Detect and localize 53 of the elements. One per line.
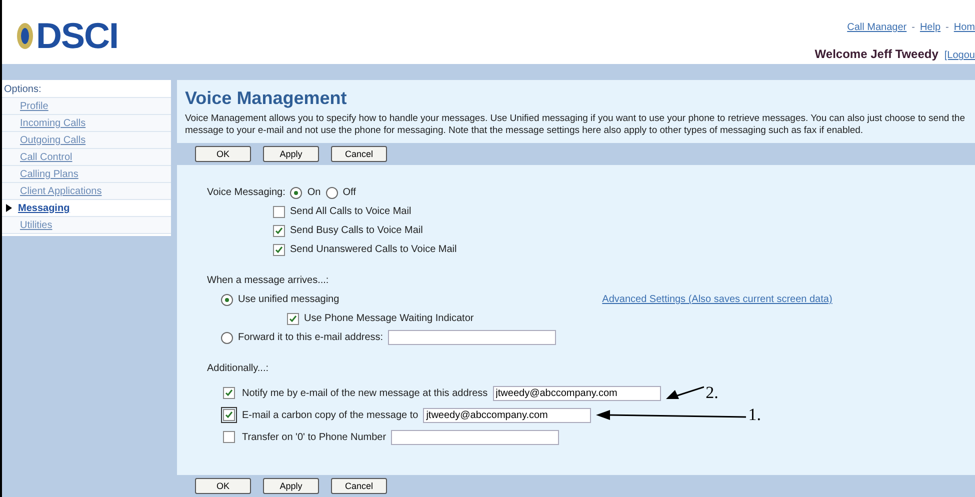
email-field[interactable] (388, 330, 556, 345)
nav-link[interactable]: Help (920, 22, 941, 33)
nav-link[interactable]: Call Manager (847, 22, 907, 33)
radio-button[interactable] (221, 332, 233, 344)
checkbox[interactable] (223, 431, 235, 443)
advanced-settings-link[interactable]: Advanced Settings (Also saves current screen data) (602, 294, 832, 305)
checkbox[interactable] (287, 312, 299, 324)
callout-number: 1. (748, 405, 761, 425)
page-title: Voice Management (185, 88, 348, 109)
sidebar-item[interactable]: Messaging (18, 202, 70, 214)
arrow-icon (666, 385, 704, 401)
separator: - (912, 22, 915, 33)
sidebar-item[interactable]: Profile (20, 100, 48, 112)
checkbox-label: Send Busy Calls to Voice Mail (290, 225, 423, 236)
radio-button[interactable] (290, 186, 302, 198)
checkbox-label: E-mail a carbon copy of the message to (242, 410, 418, 420)
radio-label: Use unified messaging (238, 294, 340, 305)
action-button[interactable]: Cancel (331, 478, 387, 494)
sidebar-item[interactable]: Utilities (20, 220, 52, 230)
callout-number: 2. (706, 383, 718, 403)
checkbox-label: Notify me by e-mail of the new message at this address (242, 388, 488, 398)
checkbox-label: Use Phone Message Waiting Indicator (304, 313, 474, 324)
pointer-icon (6, 204, 12, 212)
logout-link[interactable]: [Logou (944, 50, 975, 61)
radio-button[interactable] (221, 294, 233, 306)
welcome-text: Welcome Jeff Tweedy (814, 47, 938, 61)
input-field[interactable] (391, 430, 560, 444)
section-heading: When a message arrives...: (207, 275, 329, 286)
input-field[interactable]: jtweedy@abccompany.com (492, 386, 661, 400)
checkbox-label: Send All Calls to Voice Mail (290, 206, 412, 217)
radio-label: Off (342, 187, 356, 198)
field-label: Voice Messaging: (207, 187, 286, 198)
action-button[interactable]: Cancel (331, 146, 387, 162)
action-button[interactable]: Apply (263, 478, 319, 494)
arrow-icon (596, 407, 746, 423)
checkbox[interactable] (223, 387, 235, 399)
section-heading: Additionally...: (207, 363, 269, 374)
checkbox[interactable] (273, 244, 285, 256)
separator: - (946, 22, 949, 33)
description: Voice Management allows you to specify how to handle your messages. Use Unified messaging if you want to use your phone to retrieve messages. You can also just choose to send the message to your e-mail and not use the phone for messaging. Note that the message settings here also apply to other types of messaging such as fax if enabled. (185, 113, 966, 137)
action-button[interactable]: OK (195, 146, 251, 162)
radio-label: On (307, 187, 321, 198)
nav-link[interactable]: Hom (954, 22, 975, 33)
input-field[interactable]: jtweedy@abccompany.com (423, 408, 592, 422)
checkbox[interactable] (273, 224, 285, 236)
checkbox-label: Transfer on '0' to Phone Number (242, 432, 386, 442)
logo: DSCI (16, 8, 118, 64)
checkbox[interactable] (273, 206, 285, 218)
checkbox-label: Send Unanswered Calls to Voice Mail (290, 244, 457, 255)
action-button[interactable]: OK (195, 478, 251, 494)
radio-label: Forward it to this e-mail address: (238, 332, 384, 343)
radio-button[interactable] (326, 186, 338, 198)
action-button[interactable]: Apply (263, 146, 319, 162)
